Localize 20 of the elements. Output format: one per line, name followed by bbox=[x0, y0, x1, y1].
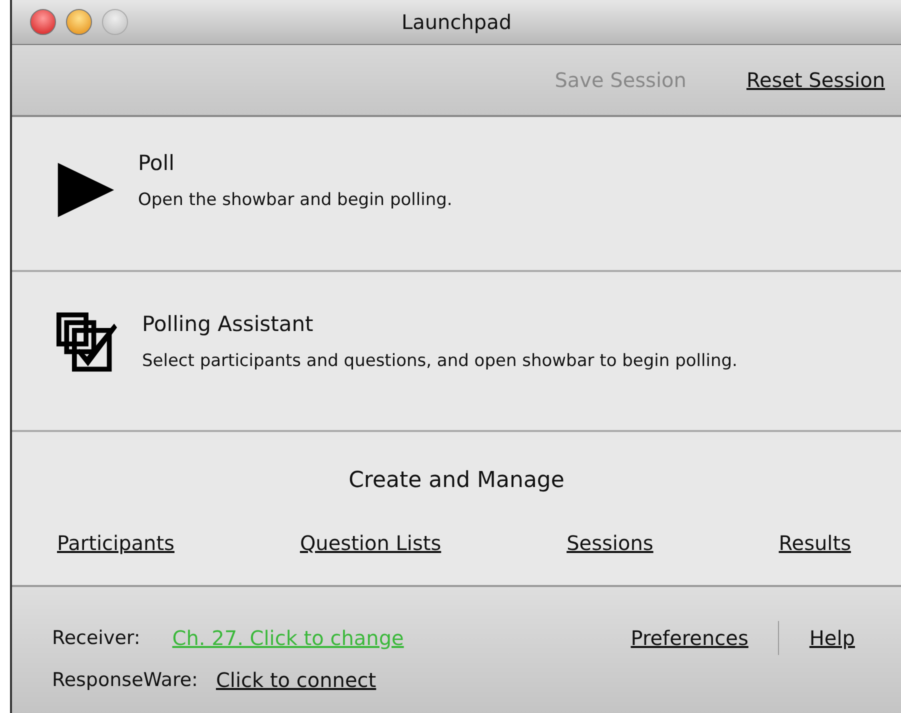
manage-link[interactable]: Participants bbox=[57, 531, 174, 555]
zoom-button[interactable] bbox=[102, 9, 128, 35]
action-description: Select participants and questions, and open showbar to begin polling. bbox=[142, 350, 738, 373]
close-button[interactable] bbox=[30, 9, 56, 35]
responseware-link[interactable]: Click to connect bbox=[216, 668, 376, 692]
action-title[interactable]: Polling Assistant bbox=[142, 312, 822, 336]
toolbar-link[interactable]: Reset Session bbox=[746, 68, 885, 92]
manage-link[interactable]: Question Lists bbox=[300, 531, 442, 555]
manage-link[interactable]: Sessions bbox=[566, 531, 654, 555]
checklist-icon[interactable] bbox=[54, 312, 120, 374]
manage-link[interactable]: Results bbox=[778, 531, 851, 555]
action-title[interactable]: Poll bbox=[138, 151, 818, 175]
preferences-link[interactable]: Preferences bbox=[630, 626, 748, 650]
minimize-button[interactable] bbox=[66, 9, 92, 35]
section-heading: Create and Manage bbox=[348, 468, 564, 493]
help-link[interactable]: Help bbox=[809, 626, 855, 650]
receiver-label: Receiver: bbox=[52, 627, 140, 649]
window-title: Launchpad bbox=[401, 10, 512, 34]
action-description: Open the showbar and begin polling. bbox=[138, 189, 454, 212]
responseware-label: ResponseWare: bbox=[52, 669, 198, 691]
